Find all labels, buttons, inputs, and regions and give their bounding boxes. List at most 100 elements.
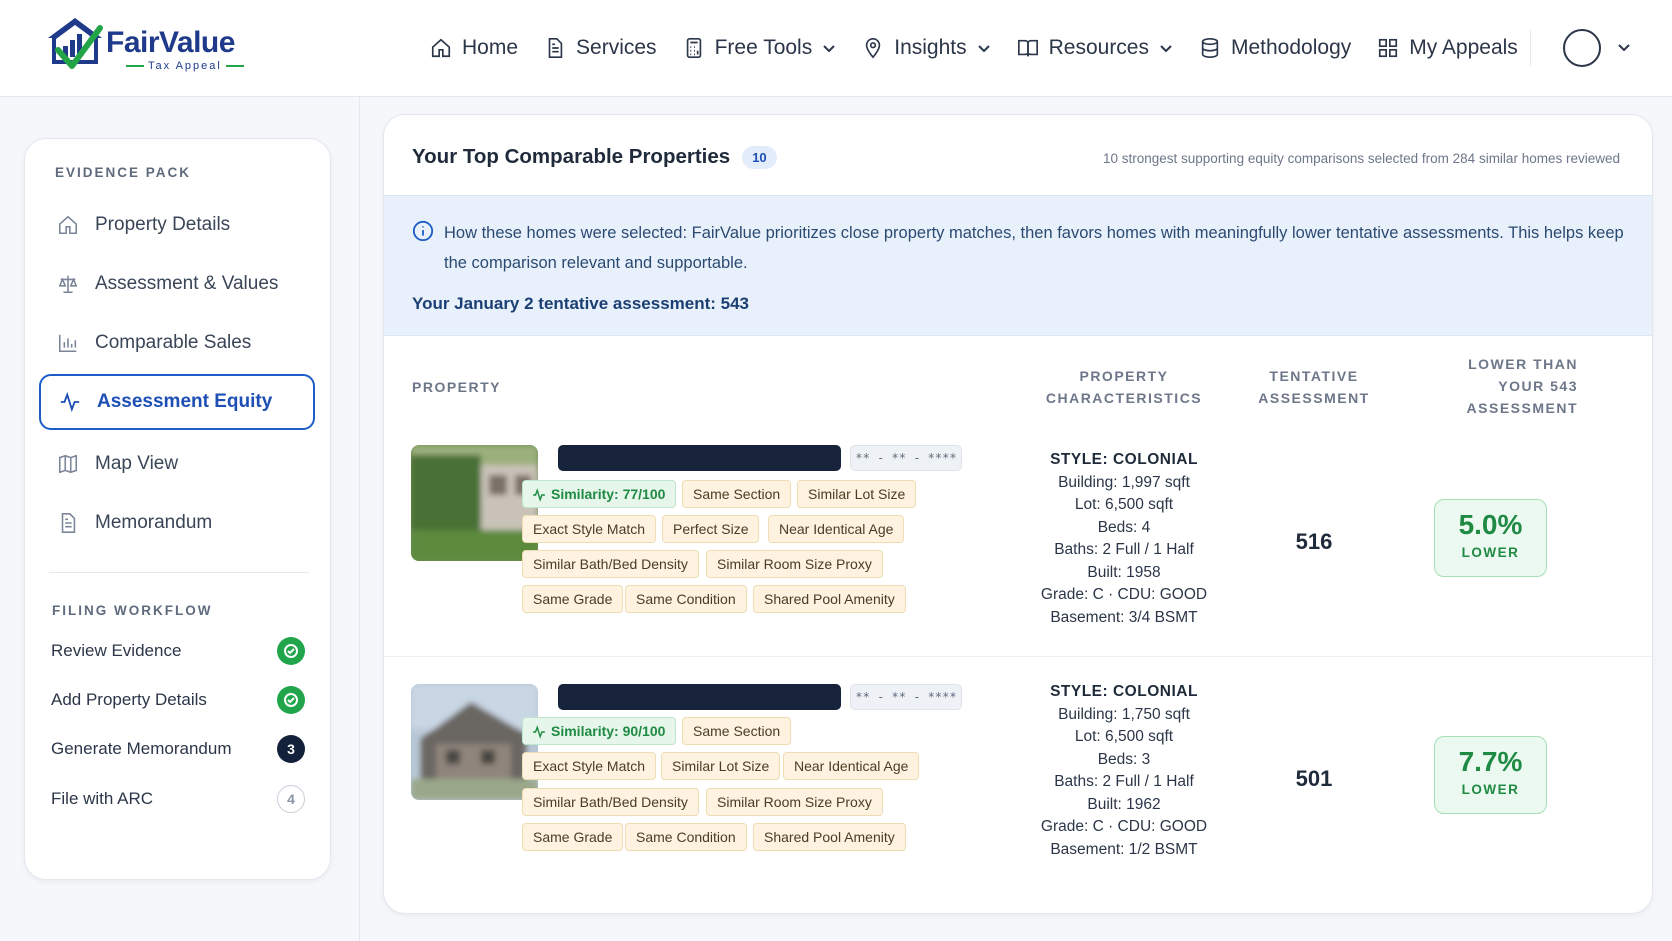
nav-insights-label: Insights: [894, 36, 967, 59]
nav-insights[interactable]: Insights: [862, 30, 990, 66]
nav-free-tools-label: Free Tools: [714, 36, 813, 59]
fairvalue-logo[interactable]: FairValue Tax Appeal: [44, 14, 244, 80]
bar-chart-icon: [58, 334, 77, 353]
calculator-icon: [686, 38, 701, 58]
row-divider: [384, 656, 1652, 657]
nav-my-appeals[interactable]: My Appeals: [1377, 30, 1518, 66]
column-header-characteristics: PROPERTY CHARACTERISTICS: [1045, 368, 1203, 406]
match-tag: Same Section: [682, 717, 792, 745]
activity-icon: [533, 725, 545, 739]
tentative-assessment-value: 516: [1295, 529, 1333, 554]
main-nav: Home Services Free Tools Insights Resour…: [430, 30, 1544, 66]
match-tag: Similar Lot Size: [661, 752, 781, 780]
column-header-tentative-assessment: TENTATIVE ASSESSMENT: [1258, 368, 1370, 406]
database-icon: [1201, 38, 1219, 58]
workflow-step-generate-memorandum[interactable]: Generate Memorandum 3: [51, 734, 305, 764]
chevron-down-icon: [977, 45, 990, 53]
activity-icon: [533, 488, 545, 502]
match-tag: Perfect Size: [662, 515, 760, 543]
style-label: STYLE: COLONIAL: [1050, 451, 1198, 468]
workflow-step-review-evidence[interactable]: Review Evidence: [51, 636, 305, 666]
brand-tagline: Tax Appeal: [148, 60, 222, 72]
match-tag: Similar Lot Size: [797, 480, 917, 508]
nav-methodology[interactable]: Methodology: [1199, 30, 1351, 66]
match-tag: Same Grade: [522, 823, 624, 851]
evidence-sidebar: EVIDENCE PACK Property Details Assessmen…: [24, 138, 331, 880]
tentative-assessment-note: Your January 2 tentative assessment: 543: [412, 294, 750, 313]
nav-services-label: Services: [576, 36, 657, 59]
nav-home-label: Home: [462, 36, 519, 59]
house-check-logo-icon: [48, 18, 103, 69]
property-photo: [411, 445, 538, 561]
chevron-down-icon: [823, 45, 835, 53]
panel-title: Your Top Comparable Properties: [412, 145, 731, 168]
brand-name-part2: Value: [159, 26, 235, 59]
activity-icon: [60, 391, 80, 413]
panel-subtitle: 10 strongest supporting equity compariso…: [1102, 151, 1620, 166]
comparable-properties-panel: Your Top Comparable Properties 10 10 str…: [383, 114, 1653, 914]
panel-title-row: Your Top Comparable Properties 10: [412, 145, 777, 169]
selection-info-callout: How these homes were selected: FairValue…: [384, 195, 1652, 336]
nav-methodology-label: Methodology: [1231, 36, 1352, 59]
match-tag: Same Condition: [625, 823, 747, 851]
workflow-step-label: Add Property Details: [51, 690, 207, 709]
match-tag: Near Identical Age: [768, 515, 905, 543]
match-tag: Near Identical Age: [783, 752, 920, 780]
sidebar-item-comparable-sales[interactable]: Comparable Sales: [39, 315, 315, 371]
match-tag: Similar Room Size Proxy: [706, 788, 883, 816]
sidebar-item-property-details[interactable]: Property Details: [39, 197, 315, 253]
nav-home[interactable]: Home: [430, 30, 518, 66]
sidebar-item-label: Assessment & Values: [95, 273, 279, 294]
workflow-step-add-property-details[interactable]: Add Property Details: [51, 685, 305, 715]
sidebar-item-label: Property Details: [95, 214, 231, 235]
filing-workflow-heading: FILING WORKFLOW: [52, 603, 213, 618]
style-label: STYLE: COLONIAL: [1050, 683, 1198, 700]
property-photo: [411, 684, 538, 800]
count-badge: 10: [742, 145, 777, 169]
nav-services[interactable]: Services: [544, 30, 657, 66]
nav-resources[interactable]: Resources: [1017, 30, 1173, 66]
nav-resources-label: Resources: [1048, 36, 1149, 59]
scale-icon: [58, 275, 78, 294]
sidebar-item-assessment-equity[interactable]: Assessment Equity: [39, 374, 315, 430]
redacted-address: [558, 445, 841, 471]
step-number-badge: 3: [277, 735, 305, 763]
sidebar-item-memorandum[interactable]: Memorandum: [39, 495, 315, 551]
selection-info-text: How these homes were selected: FairValue…: [444, 224, 1624, 272]
document-icon: [61, 513, 76, 533]
check-circle-icon: [277, 637, 305, 665]
match-tag: Same Grade: [522, 585, 624, 613]
sidebar-item-map-view[interactable]: Map View: [39, 436, 315, 492]
match-tag: Exact Style Match: [522, 515, 657, 543]
lower-percent-badge: 5.0% LOWER: [1434, 499, 1547, 577]
chevron-down-icon[interactable]: [1617, 40, 1631, 54]
step-number-badge: 4: [277, 785, 305, 813]
evidence-pack-heading: EVIDENCE PACK: [55, 165, 192, 180]
property-characteristics: STYLE: COLONIAL Building: 1,997 sqft Lot…: [1004, 449, 1244, 629]
similarity-badge: Similarity: 77/100: [522, 480, 677, 508]
sidebar-item-assessment-values[interactable]: Assessment & Values: [39, 256, 315, 312]
chevron-down-icon: [1160, 45, 1172, 53]
column-header-lower-than: LOWER THAN YOUR 543 ASSESSMENT: [1466, 356, 1578, 416]
sidebar-item-label: Memorandum: [95, 512, 213, 533]
masked-parcel-id: ** - ** - ****: [850, 684, 962, 710]
nav-free-tools[interactable]: Free Tools: [683, 30, 837, 66]
map-icon: [58, 454, 78, 474]
workflow-step-label: Review Evidence: [51, 641, 182, 660]
home-icon: [431, 38, 451, 58]
match-tag: Shared Pool Amenity: [753, 823, 906, 851]
check-circle-icon: [277, 686, 305, 714]
workflow-step-label: File with ARC: [51, 789, 154, 808]
match-tag: Similar Room Size Proxy: [706, 550, 883, 578]
sidebar-item-label: Comparable Sales: [95, 332, 252, 353]
sidebar-item-label: Assessment Equity: [97, 391, 273, 412]
match-tag: Similar Bath/Bed Density: [522, 788, 699, 816]
workflow-step-label: Generate Memorandum: [51, 739, 232, 758]
workflow-step-file-with-arc[interactable]: File with ARC 4: [51, 784, 305, 814]
match-tag: Shared Pool Amenity: [753, 585, 906, 613]
brand-name-part1: Fair: [106, 26, 160, 59]
user-avatar[interactable]: [1563, 29, 1601, 67]
top-navigation-bar: FairValue Tax Appeal Home Services Free …: [0, 0, 1672, 97]
book-icon: [1017, 39, 1038, 57]
column-header-property: PROPERTY: [412, 379, 502, 395]
